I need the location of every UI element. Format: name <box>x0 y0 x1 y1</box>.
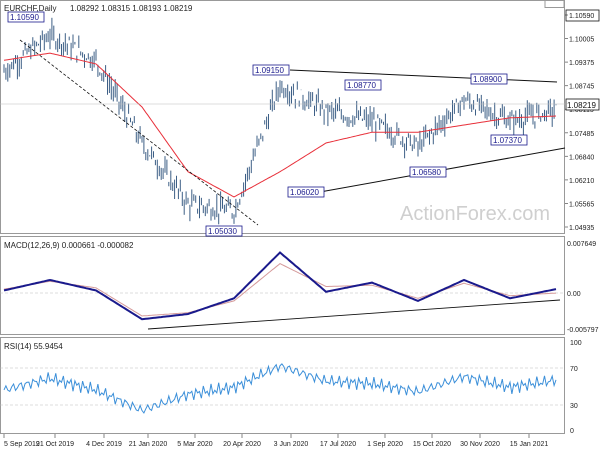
price-y-tick-label: 1.10005 <box>569 37 594 44</box>
macd-label: MACD(12,26,9) 0.000661 -0.000082 <box>4 241 134 250</box>
x-tick-label: 30 Nov 2020 <box>460 441 500 448</box>
rsi-y-tick-label: 70 <box>570 366 578 373</box>
macd-y-tick-label: -0.005797 <box>567 327 599 334</box>
price-y-tick-label: 1.09375 <box>569 60 594 67</box>
corner-box <box>544 0 565 8</box>
ohlc-values: 1.08292 1.08315 1.08193 1.08219 <box>70 4 193 13</box>
chart-svg: ActionForex.com EURCHF,Daily 1.08292 1.0… <box>0 0 600 448</box>
price-y-axis: 1.105901.100051.093751.087451.081151.074… <box>565 9 600 232</box>
x-tick-label: 1 Sep 2020 <box>367 441 403 448</box>
x-tick-label: 4 Dec 2019 <box>86 441 122 448</box>
current-price-label: 1.08219 <box>567 101 596 110</box>
annotation-box: 1.08770 <box>344 79 382 91</box>
annotation-box: 1.05030 <box>205 225 243 237</box>
price-y-tick-label: 1.07485 <box>569 131 594 138</box>
annotation-label: 1.10590 <box>10 13 39 22</box>
annotation-label: 1.05030 <box>208 227 237 236</box>
x-tick-label: 15 Jan 2021 <box>510 441 549 448</box>
price-y-tick-label: 1.05565 <box>569 201 594 208</box>
x-tick-label: 5 Mar 2020 <box>177 441 213 448</box>
watermark-text: ActionForex.com <box>400 203 550 225</box>
price-y-tick-label: 1.08745 <box>569 84 594 91</box>
price-y-tick-label: 1.10590 <box>569 13 594 20</box>
annotation-label: 1.07370 <box>493 136 522 145</box>
annotation-label: 1.06580 <box>412 168 441 177</box>
price-y-tick-label: 1.04935 <box>569 225 594 232</box>
price-y-tick-label: 1.06210 <box>569 178 594 185</box>
macd-y-tick-label: 0.00 <box>567 291 581 298</box>
x-tick-label: 17 Jul 2020 <box>320 441 356 448</box>
rsi-y-tick-label: 30 <box>570 403 578 410</box>
macd-y-axis: 0.007649 0.00 -0.005797 <box>567 241 599 334</box>
x-tick-label: 21 Jan 2020 <box>129 441 168 448</box>
x-tick-label: 5 Sep 2019 <box>4 441 40 448</box>
annotation-label: 1.06020 <box>290 188 319 197</box>
rsi-panel-frame <box>0 337 565 434</box>
x-tick-label: 15 Oct 2020 <box>413 441 451 448</box>
macd-y-tick-label: 0.007649 <box>567 241 596 248</box>
rsi-label: RSI(14) 55.9454 <box>4 342 63 351</box>
annotation-box: 1.10590 <box>7 11 45 23</box>
annotation-box: 1.06580 <box>409 166 447 178</box>
x-tick-label: 3 Jun 2020 <box>274 441 309 448</box>
rsi-y-tick-label: 0 <box>570 428 574 435</box>
x-tick-label: 21 Oct 2019 <box>36 441 74 448</box>
annotation-label: 1.09150 <box>255 66 284 75</box>
price-y-tick-label: 1.06840 <box>569 154 594 161</box>
x-axis: 5 Sep 201921 Oct 2019 4 Dec 2019 21 Jan 20… <box>3 434 549 448</box>
annotation-label: 1.08770 <box>347 81 376 90</box>
annotation-box: 1.06020 <box>287 186 325 198</box>
annotation-label: 1.08900 <box>473 75 502 84</box>
annotation-box: 1.08900 <box>470 73 508 85</box>
chart-root: ActionForex.com EURCHF,Daily 1.08292 1.0… <box>0 0 600 450</box>
price-panel-frame <box>0 0 565 234</box>
rsi-y-axis: 100 70 30 0 <box>570 340 582 435</box>
x-tick-label: 20 Apr 2020 <box>223 441 261 448</box>
rsi-y-tick-label: 100 <box>570 340 582 347</box>
annotation-box: 1.07370 <box>490 134 528 146</box>
annotation-box: 1.09150 <box>252 64 290 76</box>
